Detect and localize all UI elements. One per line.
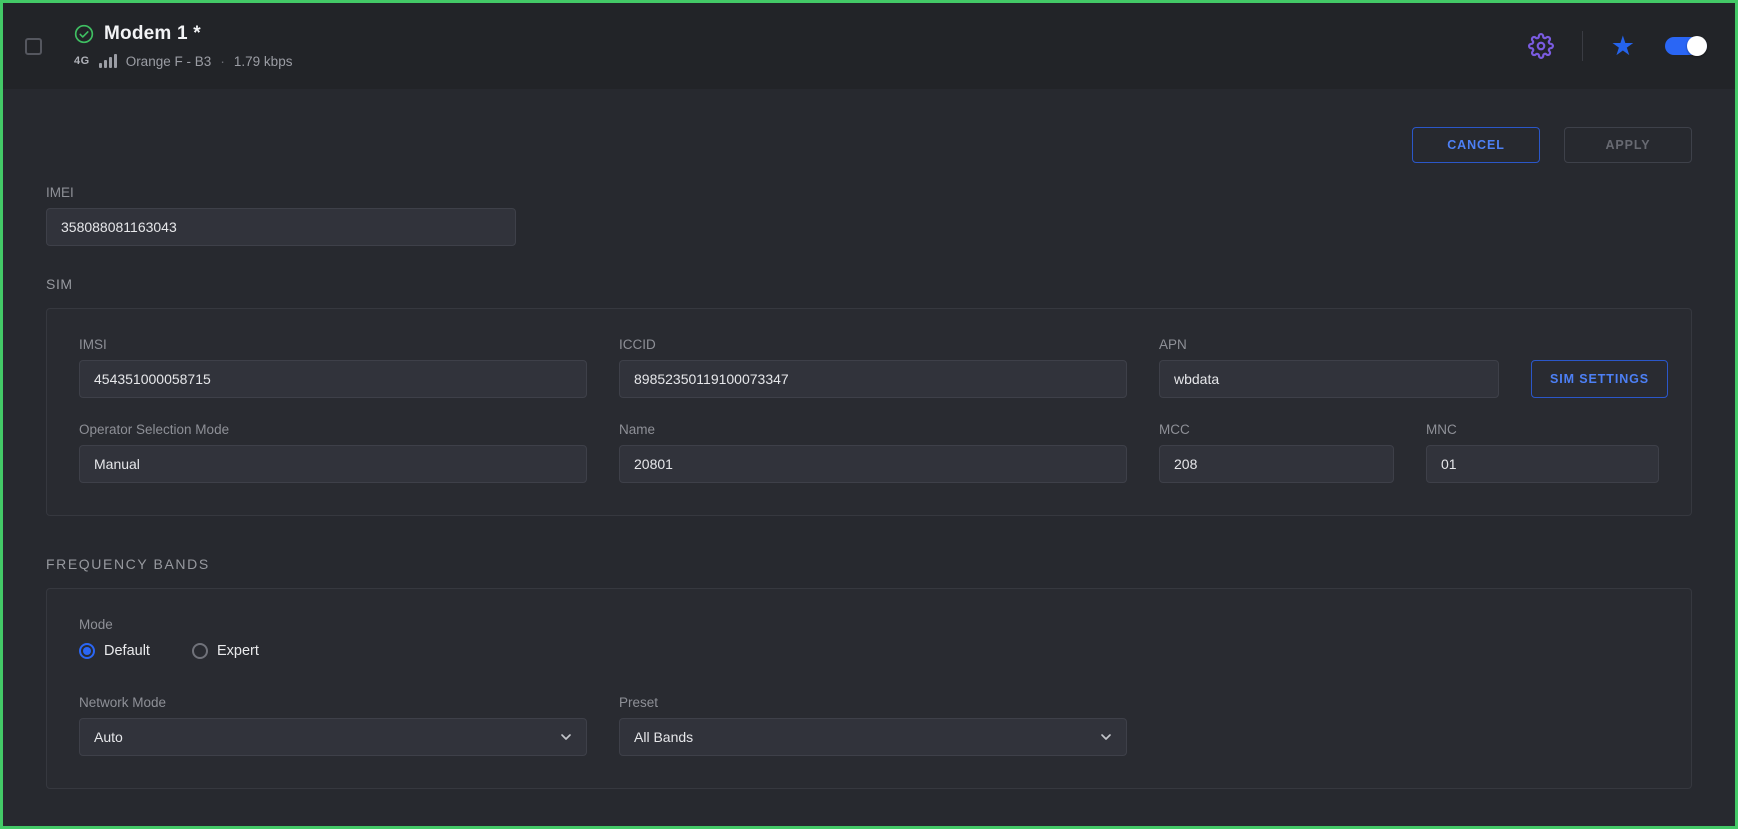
network-type-label: 4G xyxy=(74,55,90,67)
iccid-input[interactable] xyxy=(619,360,1127,398)
star-icon[interactable]: ★ xyxy=(1611,33,1635,60)
operator-selection-mode-input[interactable] xyxy=(79,445,587,483)
mcc-input[interactable] xyxy=(1159,445,1394,483)
radio-default-label: Default xyxy=(104,643,150,659)
speed-value: 1.79 kbps xyxy=(234,54,293,69)
mnc-field: MNC xyxy=(1426,422,1659,483)
modem-enabled-toggle[interactable] xyxy=(1665,37,1707,55)
page-title: Modem 1 * xyxy=(104,23,201,45)
apn-label: APN xyxy=(1159,337,1499,352)
mcc-label: MCC xyxy=(1159,422,1394,437)
radio-expert[interactable]: Expert xyxy=(192,643,259,659)
apn-input[interactable] xyxy=(1159,360,1499,398)
chevron-down-icon xyxy=(1098,729,1114,745)
form-actions: CANCEL APPLY xyxy=(46,127,1692,163)
imei-label: IMEI xyxy=(46,185,516,200)
radio-default-dot xyxy=(79,643,95,659)
iccid-label: ICCID xyxy=(619,337,1127,352)
mnc-label: MNC xyxy=(1426,422,1659,437)
sim-settings-button[interactable]: SIM SETTINGS xyxy=(1531,360,1668,398)
sim-section-title: SIM xyxy=(46,276,1692,292)
cancel-button[interactable]: CANCEL xyxy=(1412,127,1540,163)
imei-field: IMEI xyxy=(46,185,516,246)
radio-expert-label: Expert xyxy=(217,643,259,659)
network-mode-field: Network Mode Auto xyxy=(79,695,587,756)
modem-settings-form: CANCEL APPLY IMEI SIM IMSI ICCID APN xyxy=(3,127,1735,789)
imsi-input[interactable] xyxy=(79,360,587,398)
status-ok-icon xyxy=(74,24,94,44)
mode-radio-group: Default Expert xyxy=(79,643,1659,659)
header-divider xyxy=(1582,31,1583,61)
signal-strength-icon xyxy=(99,54,117,68)
frequency-bands-panel: Mode Default Expert Network Mode Auto xyxy=(46,588,1692,789)
gear-icon[interactable] xyxy=(1528,33,1554,59)
modem-config-page: Modem 1 * 4G Orange F - B3 · 1.79 kbps ★ xyxy=(0,0,1738,829)
operator-name: Orange F - B3 xyxy=(126,54,212,69)
select-modem-checkbox[interactable] xyxy=(25,38,42,55)
mnc-input[interactable] xyxy=(1426,445,1659,483)
connection-status-row: 4G Orange F - B3 · 1.79 kbps xyxy=(74,53,292,69)
mode-label: Mode xyxy=(79,617,1659,632)
header-actions: ★ xyxy=(1528,31,1707,61)
sim-panel: IMSI ICCID APN SIM SETTINGS Operator Sel… xyxy=(46,308,1692,516)
operator-name-field: Name xyxy=(619,422,1127,483)
modem-identity: Modem 1 * 4G Orange F - B3 · 1.79 kbps xyxy=(74,23,292,69)
operator-name-input[interactable] xyxy=(619,445,1127,483)
preset-value: All Bands xyxy=(634,729,693,745)
preset-select[interactable]: All Bands xyxy=(619,718,1127,756)
radio-default[interactable]: Default xyxy=(79,643,150,659)
chevron-down-icon xyxy=(558,729,574,745)
apply-button[interactable]: APPLY xyxy=(1564,127,1692,163)
imsi-label: IMSI xyxy=(79,337,587,352)
toggle-knob xyxy=(1687,36,1707,56)
imsi-field: IMSI xyxy=(79,337,587,398)
radio-expert-dot xyxy=(192,643,208,659)
iccid-field: ICCID xyxy=(619,337,1127,398)
separator-dot: · xyxy=(220,53,225,69)
network-mode-label: Network Mode xyxy=(79,695,587,710)
operator-selection-mode-label: Operator Selection Mode xyxy=(79,422,587,437)
network-mode-select[interactable]: Auto xyxy=(79,718,587,756)
frequency-bands-section-title: FREQUENCY BANDS xyxy=(46,556,1692,572)
operator-selection-mode-field: Operator Selection Mode xyxy=(79,422,587,483)
preset-label: Preset xyxy=(619,695,1127,710)
imei-input[interactable] xyxy=(46,208,516,246)
apn-field: APN xyxy=(1159,337,1499,398)
network-mode-value: Auto xyxy=(94,729,123,745)
operator-name-label: Name xyxy=(619,422,1127,437)
preset-field: Preset All Bands xyxy=(619,695,1127,756)
mcc-field: MCC xyxy=(1159,422,1394,483)
modem-header: Modem 1 * 4G Orange F - B3 · 1.79 kbps ★ xyxy=(3,3,1735,89)
